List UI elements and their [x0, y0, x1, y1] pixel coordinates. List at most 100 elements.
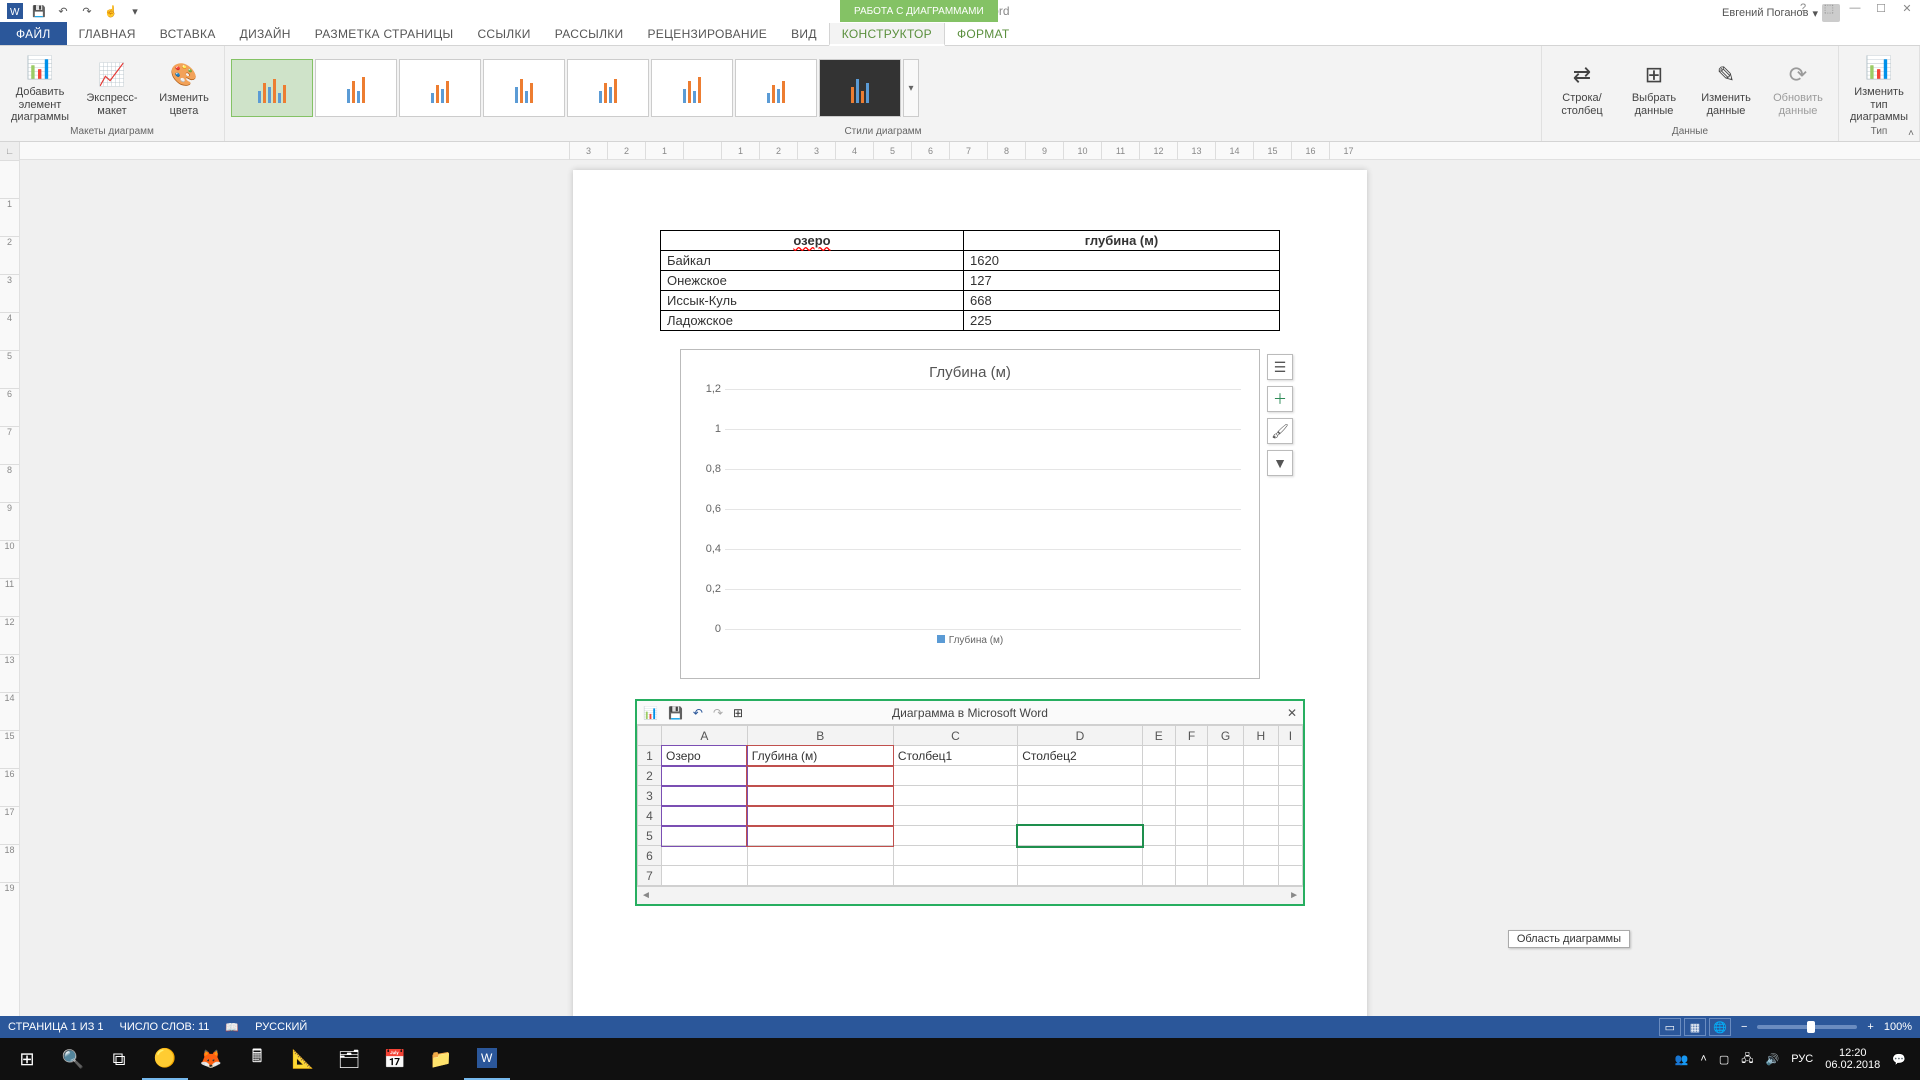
- tray-clock[interactable]: 12:20 06.02.2018: [1825, 1047, 1880, 1071]
- cell-B1[interactable]: Глубина (м): [747, 746, 893, 766]
- col-header-B[interactable]: B: [747, 726, 893, 746]
- table-row[interactable]: Иссык-Куль668: [661, 291, 1280, 311]
- close-icon[interactable]: ✕: [1898, 2, 1916, 15]
- refresh-data-button[interactable]: ⟳Обновить данные: [1764, 52, 1832, 124]
- cell-D4[interactable]: [1018, 806, 1142, 826]
- cell-B6[interactable]: [747, 846, 893, 866]
- print-layout-icon[interactable]: ▦: [1684, 1018, 1706, 1036]
- cell-E1[interactable]: [1142, 746, 1175, 766]
- cell-F7[interactable]: [1176, 866, 1208, 886]
- row-header-7[interactable]: 7: [638, 866, 662, 886]
- tray-volume-icon[interactable]: 🔊: [1766, 1053, 1780, 1066]
- tab-insert[interactable]: ВСТАВКА: [148, 22, 228, 45]
- row-header-3[interactable]: 3: [638, 786, 662, 806]
- row-header-2[interactable]: 2: [638, 766, 662, 786]
- ds-save-icon[interactable]: 💾: [668, 706, 683, 720]
- cell-E3[interactable]: [1142, 786, 1175, 806]
- zoom-slider[interactable]: [1757, 1025, 1857, 1029]
- web-layout-icon[interactable]: 🌐: [1709, 1018, 1731, 1036]
- tray-battery-icon[interactable]: ▢: [1719, 1053, 1729, 1066]
- taskbar-firefox[interactable]: 🦊: [188, 1038, 234, 1080]
- cell-A4[interactable]: [662, 806, 748, 826]
- tray-ime[interactable]: РУС: [1791, 1053, 1813, 1065]
- cell-H1[interactable]: [1244, 746, 1279, 766]
- taskbar-app2[interactable]: 🗂: [326, 1038, 372, 1080]
- cell-G7[interactable]: [1208, 866, 1244, 886]
- touch-mode-icon[interactable]: ☝: [100, 0, 122, 22]
- datasheet-grid[interactable]: ABCDEFGHI1ОзероГлубина (м)Столбец1Столбе…: [637, 725, 1303, 886]
- maximize-icon[interactable]: ☐: [1872, 2, 1890, 15]
- cell-H5[interactable]: [1244, 826, 1279, 846]
- lakes-table[interactable]: озеро глубина (м) Байкал1620Онежское127И…: [660, 230, 1280, 331]
- collapse-ribbon-icon[interactable]: ˄: [1908, 128, 1914, 139]
- chart-styles-icon[interactable]: 🖌: [1267, 418, 1293, 444]
- col-header-F[interactable]: F: [1176, 726, 1208, 746]
- chart-style-2[interactable]: [315, 59, 397, 117]
- col-header-G[interactable]: G: [1208, 726, 1244, 746]
- vertical-ruler[interactable]: 12345678910111213141516171819: [0, 160, 20, 1050]
- cell-C1[interactable]: Столбец1: [893, 746, 1017, 766]
- cell-G2[interactable]: [1208, 766, 1244, 786]
- cell-I1[interactable]: [1278, 746, 1302, 766]
- status-language[interactable]: РУССКИЙ: [255, 1021, 307, 1033]
- change-chart-type-button[interactable]: 📊Изменить тип диаграммы: [1845, 52, 1913, 124]
- cell-E2[interactable]: [1142, 766, 1175, 786]
- cell-G1[interactable]: [1208, 746, 1244, 766]
- cell-H7[interactable]: [1244, 866, 1279, 886]
- cell-D1[interactable]: Столбец2: [1018, 746, 1142, 766]
- taskbar-explorer[interactable]: 📁: [418, 1038, 464, 1080]
- col-header-A[interactable]: A: [662, 726, 748, 746]
- cell-F5[interactable]: [1176, 826, 1208, 846]
- ruler-corner[interactable]: ∟: [0, 142, 20, 160]
- cell-A6[interactable]: [662, 846, 748, 866]
- cell-G5[interactable]: [1208, 826, 1244, 846]
- tab-design[interactable]: ДИЗАЙН: [228, 22, 303, 45]
- chart-style-1[interactable]: [231, 59, 313, 117]
- col-header-C[interactable]: C: [893, 726, 1017, 746]
- change-colors-button[interactable]: 🎨Изменить цвета: [150, 52, 218, 124]
- cell-H6[interactable]: [1244, 846, 1279, 866]
- chart-style-3[interactable]: [399, 59, 481, 117]
- chart-filters-icon[interactable]: ▼: [1267, 450, 1293, 476]
- tab-mailings[interactable]: РАССЫЛКИ: [543, 22, 636, 45]
- taskbar-calendar[interactable]: 📅: [372, 1038, 418, 1080]
- cell-H3[interactable]: [1244, 786, 1279, 806]
- undo-icon[interactable]: ↶: [52, 0, 74, 22]
- tab-chart-design[interactable]: КОНСТРУКТОР: [829, 23, 945, 46]
- cell-F3[interactable]: [1176, 786, 1208, 806]
- ribbon-display-icon[interactable]: ⬚: [1820, 2, 1838, 15]
- minimize-icon[interactable]: —: [1846, 2, 1864, 15]
- col-header-E[interactable]: E: [1142, 726, 1175, 746]
- cell-E7[interactable]: [1142, 866, 1175, 886]
- col-header-H[interactable]: H: [1244, 726, 1279, 746]
- search-icon[interactable]: 🔍: [50, 1038, 96, 1080]
- tab-view[interactable]: ВИД: [779, 22, 829, 45]
- document-area[interactable]: озеро глубина (м) Байкал1620Онежское127И…: [20, 160, 1920, 1050]
- tab-layout[interactable]: РАЗМЕТКА СТРАНИЦЫ: [303, 22, 466, 45]
- tab-review[interactable]: РЕЦЕНЗИРОВАНИЕ: [635, 22, 779, 45]
- chart-elements-icon[interactable]: ＋: [1267, 386, 1293, 412]
- tray-network-icon[interactable]: 🖧: [1741, 1050, 1753, 1069]
- tray-people-icon[interactable]: 👥: [1675, 1053, 1689, 1066]
- tray-chevron-up-icon[interactable]: ˄: [1700, 1053, 1706, 1065]
- cell-F6[interactable]: [1176, 846, 1208, 866]
- row-header-4[interactable]: 4: [638, 806, 662, 826]
- cell-D2[interactable]: [1018, 766, 1142, 786]
- tray-notifications-icon[interactable]: 💬: [1892, 1053, 1906, 1066]
- zoom-in-icon[interactable]: +: [1867, 1021, 1873, 1033]
- chart-object[interactable]: Глубина (м) 00,20,40,60,811,2 Глубина (м…: [680, 349, 1260, 679]
- horizontal-ruler[interactable]: ∟ 3211234567891011121314151617: [0, 142, 1920, 160]
- cell-C5[interactable]: [893, 826, 1017, 846]
- ds-excel-icon[interactable]: ⊞: [733, 706, 743, 720]
- table-row[interactable]: Ладожское225: [661, 311, 1280, 331]
- tab-references[interactable]: ССЫЛКИ: [465, 22, 542, 45]
- edit-data-button[interactable]: ✎Изменить данные: [1692, 52, 1760, 124]
- chart-style-5[interactable]: [567, 59, 649, 117]
- cell-D6[interactable]: [1018, 846, 1142, 866]
- cell-A7[interactable]: [662, 866, 748, 886]
- chart-layout-options-icon[interactable]: ☰: [1267, 354, 1293, 380]
- cell-B5[interactable]: [747, 826, 893, 846]
- cell-A2[interactable]: [662, 766, 748, 786]
- datasheet-scrollbar[interactable]: ◄►: [637, 886, 1303, 904]
- ds-chart-icon[interactable]: 📊: [643, 706, 658, 720]
